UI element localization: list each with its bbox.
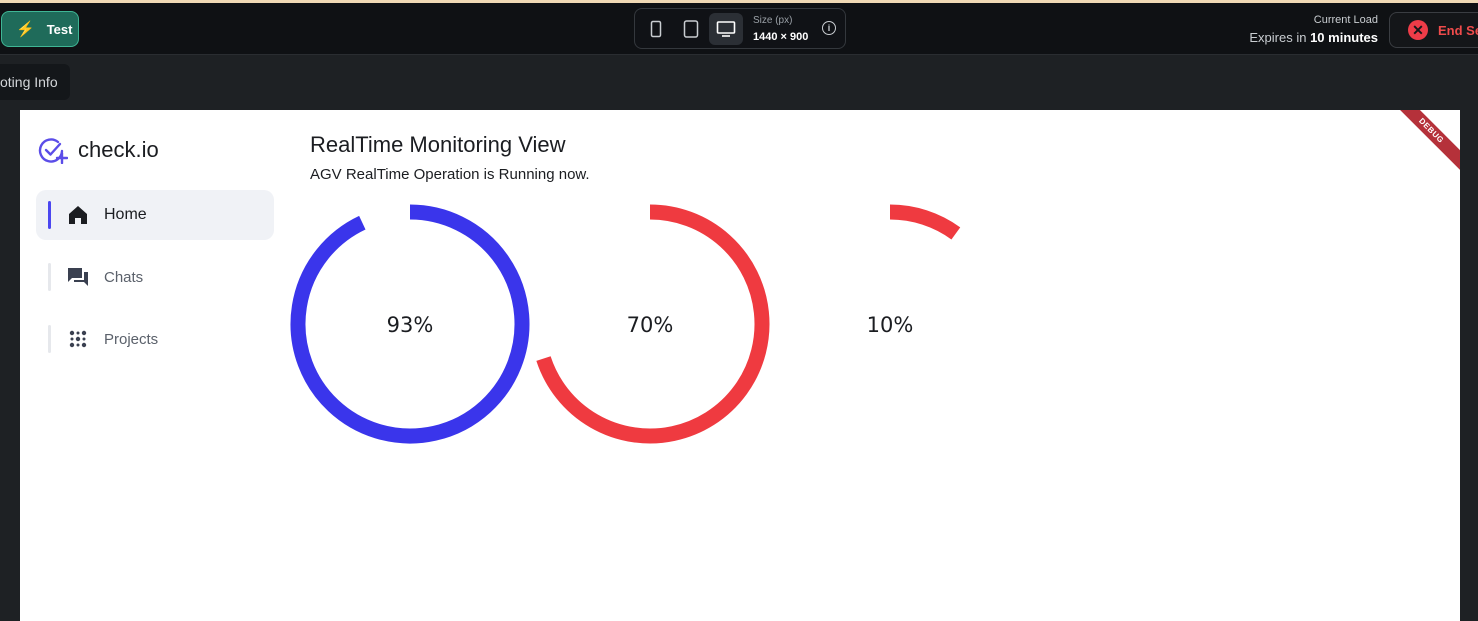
test-button[interactable]: ⚡ Test [1, 11, 79, 47]
close-circle-icon: ✕ [1408, 20, 1428, 40]
desktop-device-button[interactable] [709, 13, 743, 45]
sidebar-item-label: Home [104, 206, 147, 223]
info-tooltip: oting Info [0, 64, 70, 100]
logo[interactable]: check.io [38, 136, 159, 164]
debug-banner: DEBUG [1380, 110, 1460, 182]
end-session-button[interactable]: ✕ End Se [1389, 12, 1478, 48]
phone-icon [650, 20, 662, 38]
info-icon[interactable]: i [822, 21, 836, 35]
tablet-icon [683, 20, 699, 38]
bolt-icon: ⚡ [16, 21, 35, 38]
page-subtitle: AGV RealTime Operation is Running now. [310, 166, 590, 183]
preview-toolbar: ⚡ Test Size (px) 1440 × 900 i Current Lo… [0, 3, 1478, 55]
sidebar-item-chats[interactable]: Chats [36, 252, 274, 302]
gauge-label-1: 93% [387, 313, 434, 337]
size-label: Size (px) [753, 15, 793, 26]
app-canvas: DEBUG check.io Home Chats Projects RealT… [20, 110, 1460, 621]
expires-text: Expires in 10 minutes [1249, 30, 1378, 45]
sidebar-item-label: Chats [104, 268, 144, 286]
phone-device-button[interactable] [639, 13, 673, 45]
device-size-switcher: Size (px) 1440 × 900 i [634, 8, 846, 49]
gauge-group: 93% 70% 10% [290, 204, 961, 444]
size-value: 1440 × 900 [753, 31, 809, 43]
logo-text: check.io [78, 137, 159, 162]
current-load-label: Current Load [1313, 14, 1378, 26]
home-icon [69, 206, 87, 224]
nav-indicator [48, 325, 51, 353]
gauge-label-2: 70% [627, 313, 674, 337]
expires-prefix: Expires in [1249, 30, 1307, 45]
nav-indicator [48, 263, 51, 291]
active-indicator [48, 201, 51, 229]
sidebar-item-home[interactable]: Home [36, 190, 274, 240]
tooltip-text: oting Info [0, 74, 58, 90]
expires-value: 10 minutes [1310, 30, 1378, 45]
sidebar-item-label: Projects [104, 330, 159, 348]
test-button-label: Test [46, 21, 73, 37]
chat-icon [68, 268, 88, 286]
gauge-label-3: 10% [867, 313, 914, 337]
tablet-device-button[interactable] [674, 13, 708, 45]
sidebar-item-projects[interactable]: Projects [36, 314, 274, 364]
desktop-icon [716, 21, 736, 37]
gauge-ring-3 [889, 204, 961, 240]
check-plus-icon [38, 138, 68, 164]
page-title: RealTime Monitoring View [310, 132, 566, 157]
end-session-label: End Se [1438, 22, 1478, 38]
projects-icon [69, 330, 87, 348]
